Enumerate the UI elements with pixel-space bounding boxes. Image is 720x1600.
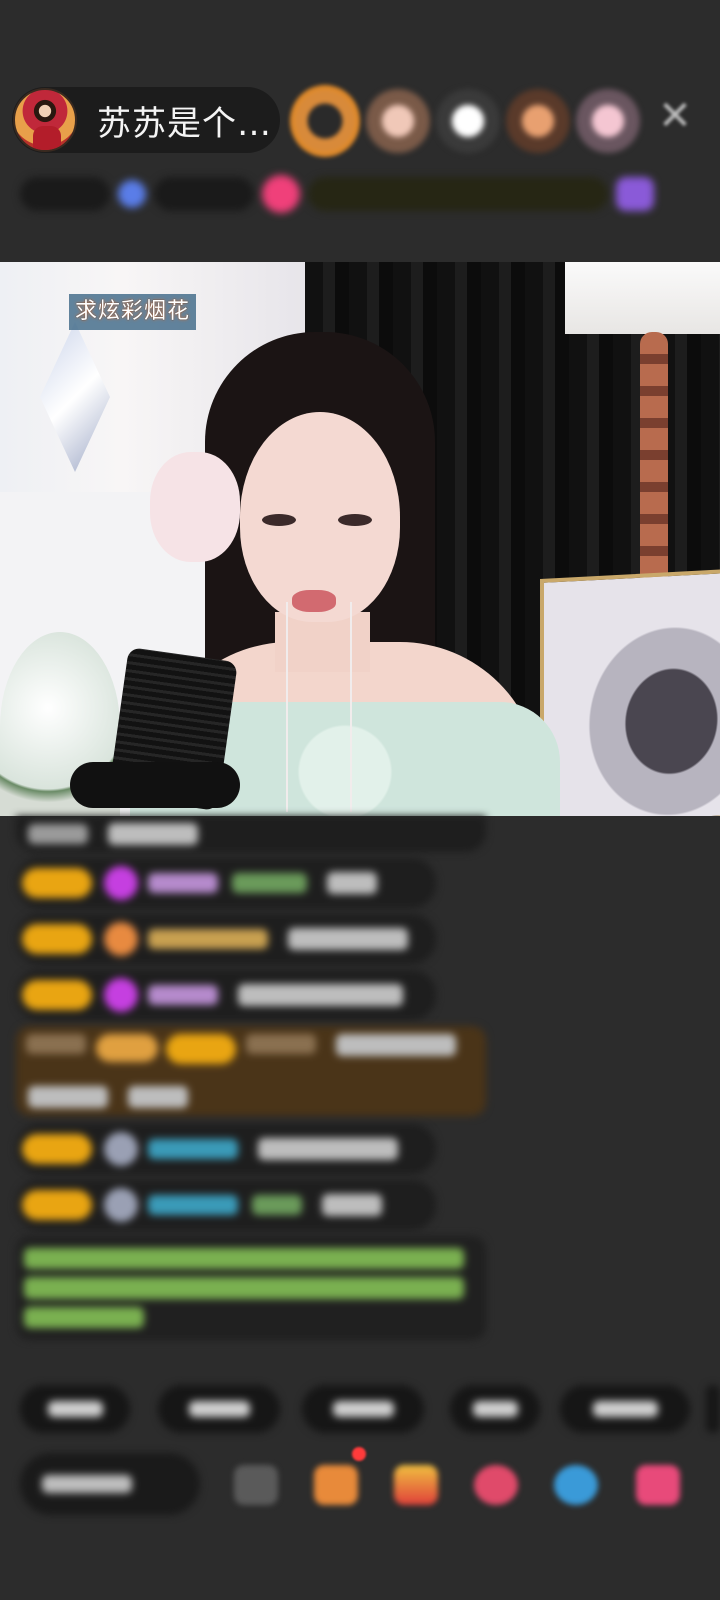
- fan-badge-icon: [104, 922, 138, 956]
- share-icon[interactable]: [554, 1465, 598, 1505]
- wall-art: [540, 569, 720, 816]
- rank-chip[interactable]: [20, 177, 110, 211]
- hot-icon[interactable]: [262, 175, 300, 213]
- host-name[interactable]: 苏苏是个…: [97, 96, 272, 145]
- quick-reply-row[interactable]: [20, 1385, 720, 1435]
- activity-chip[interactable]: [308, 177, 608, 211]
- treasure-icon[interactable]: [394, 1465, 438, 1505]
- earphone-cord: [350, 602, 352, 812]
- viewer-avatar[interactable]: [366, 89, 430, 153]
- viewer-avatar-list[interactable]: [290, 85, 646, 157]
- host-avatar[interactable]: [13, 88, 77, 152]
- quick-reply-button[interactable]: [706, 1385, 720, 1433]
- bottom-toolbar[interactable]: [20, 1447, 720, 1515]
- quick-reply-button[interactable]: [560, 1385, 690, 1433]
- chat-message[interactable]: [16, 816, 486, 852]
- quick-reply-button[interactable]: [450, 1385, 540, 1433]
- quick-reply-button[interactable]: [302, 1385, 424, 1433]
- streamer-hand: [150, 452, 240, 562]
- notification-dot: [352, 1447, 366, 1461]
- level-badge: [22, 1190, 92, 1220]
- live-video[interactable]: 求炫彩烟花: [0, 262, 720, 816]
- viewer-avatar[interactable]: [576, 89, 640, 153]
- chat-message[interactable]: [16, 1124, 436, 1174]
- gem-icon: [104, 866, 138, 900]
- level-badge: [22, 924, 92, 954]
- chat-message[interactable]: [16, 970, 436, 1020]
- quick-reply-button[interactable]: [158, 1385, 280, 1433]
- viewer-avatar[interactable]: [436, 89, 500, 153]
- user-avatar: [104, 1188, 138, 1222]
- chat-message[interactable]: [16, 858, 436, 908]
- quick-reply-button[interactable]: [20, 1385, 130, 1433]
- lamp-pole: [640, 332, 668, 602]
- popularity-icon: [118, 180, 146, 208]
- room-status-bar[interactable]: [20, 170, 685, 218]
- viewer-avatar[interactable]: [290, 85, 360, 157]
- chat-input[interactable]: [20, 1453, 200, 1515]
- chat-message[interactable]: [16, 914, 436, 964]
- gift-icon[interactable]: [636, 1465, 680, 1505]
- user-avatar: [104, 1132, 138, 1166]
- popularity-chip[interactable]: [154, 177, 254, 211]
- event-icon[interactable]: [616, 177, 654, 211]
- chat-message[interactable]: [16, 1180, 436, 1230]
- microphone-arm: [70, 762, 240, 808]
- level-badge: [22, 1134, 92, 1164]
- gift-box-icon[interactable]: [314, 1465, 358, 1505]
- gem-icon: [104, 978, 138, 1012]
- earphone-cord: [286, 602, 288, 812]
- streamer-eye: [262, 514, 296, 526]
- streamer-eye: [338, 514, 372, 526]
- lamp-shade: [565, 262, 720, 334]
- emoji-icon[interactable]: [234, 1465, 278, 1505]
- viewer-avatar[interactable]: [506, 89, 570, 153]
- level-badge: [22, 868, 92, 898]
- like-icon[interactable]: [474, 1465, 518, 1505]
- gift-message[interactable]: [16, 1026, 486, 1116]
- close-icon[interactable]: ✕: [655, 96, 695, 136]
- system-message: [16, 1236, 486, 1340]
- host-info-pill[interactable]: 苏苏是个…: [12, 87, 280, 153]
- level-badge: [22, 980, 92, 1010]
- video-banner-text: 求炫彩烟花: [69, 294, 197, 330]
- streamer-mouth: [292, 590, 336, 612]
